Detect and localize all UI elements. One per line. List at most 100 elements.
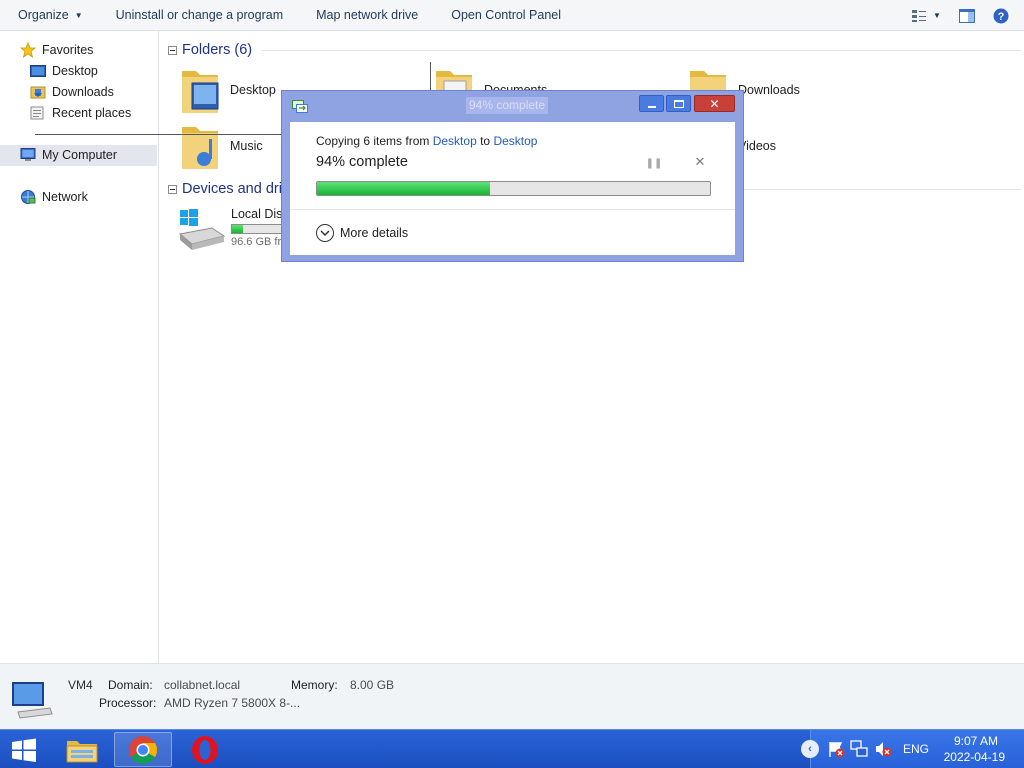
copy-status-line: Copying 6 items from Desktop to Desktop xyxy=(316,134,537,148)
copy-progress-dialog: 94% complete ✕ Copying 6 items from Desk… xyxy=(281,90,744,262)
nav-my-computer-label: My Computer xyxy=(42,148,118,162)
nav-recent-label: Recent places xyxy=(52,106,132,120)
memory-value: 8.00 GB xyxy=(350,678,395,692)
nav-recent-places[interactable]: Recent places xyxy=(30,103,131,123)
disk-usage-fill xyxy=(232,225,243,233)
chevron-down-icon xyxy=(316,224,334,242)
chevron-down-icon: ▼ xyxy=(74,10,83,20)
view-options-icon xyxy=(912,9,927,22)
taskbar-file-explorer[interactable] xyxy=(58,732,106,767)
folder-desktop-label: Desktop xyxy=(230,83,276,97)
collapse-icon[interactable] xyxy=(168,184,177,194)
navigation-pane: Favorites Desktop Downloads Recent place… xyxy=(0,31,159,663)
desktop-folder-icon xyxy=(182,71,219,113)
nav-downloads[interactable]: Downloads xyxy=(30,82,114,102)
drive-tile-local-disk[interactable]: Local Disk 96.6 GB fr xyxy=(178,206,289,252)
folder-tile-music[interactable]: Music xyxy=(178,121,263,171)
destination-link[interactable]: Desktop xyxy=(493,134,537,148)
computer-icon xyxy=(20,147,36,163)
nav-downloads-label: Downloads xyxy=(52,85,114,99)
copy-icon xyxy=(292,100,308,113)
computer-name: VM4 xyxy=(68,678,93,692)
computer-icon xyxy=(12,682,53,719)
folder-tile-desktop[interactable]: Desktop xyxy=(178,65,276,115)
processor-value: AMD Ryzen 7 5800X 8-... xyxy=(164,696,301,710)
nav-network[interactable]: Network xyxy=(20,187,88,207)
pause-icon: ❚❚ xyxy=(645,157,663,169)
preview-pane-icon xyxy=(959,8,975,23)
organize-label: Organize xyxy=(18,8,69,22)
pause-button[interactable]: ❚❚ xyxy=(645,156,663,170)
folders-header-label: Folders (6) xyxy=(182,42,253,58)
maximize-icon xyxy=(673,99,684,108)
preview-pane-button[interactable] xyxy=(954,5,980,27)
devices-group-header[interactable]: Devices and dri xyxy=(168,179,282,199)
memory-label: Memory: xyxy=(291,678,338,692)
minimize-button[interactable] xyxy=(639,95,664,112)
dialog-title: 94% complete xyxy=(466,97,549,114)
cancel-copy-button[interactable]: ✕ xyxy=(693,154,707,169)
nav-favorites-label: Favorites xyxy=(42,43,94,57)
organize-button[interactable]: Organize ▼ xyxy=(0,0,98,31)
desktop-icon xyxy=(30,63,46,79)
help-button[interactable]: ? xyxy=(988,5,1014,27)
taskbar: ‹ ENG 9:07 AM 2022-04-19 xyxy=(0,729,1024,768)
recent-places-icon xyxy=(30,105,46,121)
folder-music-label: Music xyxy=(230,139,263,153)
taskbar-opera[interactable] xyxy=(182,732,228,767)
group-divider xyxy=(744,189,1021,190)
command-bar: Organize ▼ Uninstall or change a program… xyxy=(0,0,1024,31)
language-indicator[interactable]: ENG xyxy=(903,742,929,756)
folders-group-header[interactable]: Folders (6) xyxy=(168,40,252,60)
help-icon: ? xyxy=(993,8,1009,23)
maximize-button[interactable] xyxy=(666,95,691,112)
more-details-label: More details xyxy=(340,226,409,240)
copy-progress-bar xyxy=(316,181,711,196)
uninstall-program-button[interactable]: Uninstall or change a program xyxy=(98,0,298,31)
details-pane: VM4 Domain: collabnet.local Memory: 8.00… xyxy=(0,663,1024,723)
uninstall-label: Uninstall or change a program xyxy=(115,8,284,22)
copy-prefix: Copying 6 items from xyxy=(316,134,433,148)
dialog-titlebar[interactable]: 94% complete ✕ xyxy=(282,91,743,121)
close-icon: ✕ xyxy=(709,96,720,111)
group-divider xyxy=(261,50,1021,51)
hard-drive-icon xyxy=(178,209,226,250)
collapse-icon[interactable] xyxy=(168,45,177,55)
minimize-icon xyxy=(647,105,656,108)
to-word: to xyxy=(476,134,494,148)
source-link[interactable]: Desktop xyxy=(433,134,477,148)
copy-progress-fill xyxy=(317,182,490,195)
more-details-button[interactable]: More details xyxy=(316,223,408,243)
percent-complete: 94% complete xyxy=(316,154,408,170)
nav-desktop[interactable]: Desktop xyxy=(30,61,98,81)
nav-desktop-label: Desktop xyxy=(52,64,98,78)
show-hidden-icons-button[interactable]: ‹ xyxy=(801,740,819,758)
domain-value: collabnet.local xyxy=(164,678,241,692)
map-network-drive-button[interactable]: Map network drive xyxy=(298,0,433,31)
system-tray: ‹ ENG 9:07 AM 2022-04-19 xyxy=(801,730,1024,768)
taskbar-chrome[interactable] xyxy=(114,732,172,767)
nav-my-computer[interactable]: My Computer xyxy=(20,145,117,165)
close-button[interactable]: ✕ xyxy=(694,95,735,112)
control-panel-label: Open Control Panel xyxy=(451,8,562,22)
start-button[interactable] xyxy=(6,732,42,767)
downloads-folder-icon xyxy=(30,84,46,100)
change-view-button[interactable]: ▼ xyxy=(906,5,946,27)
clock-time[interactable]: 9:07 AM xyxy=(954,734,998,748)
domain-label: Domain: xyxy=(108,678,153,692)
chevron-down-icon: ▼ xyxy=(933,11,941,20)
nav-favorites[interactable]: Favorites xyxy=(20,40,93,60)
disk-usage-bar xyxy=(231,224,283,234)
opera-icon xyxy=(192,735,218,764)
devices-header-label: Devices and dri xyxy=(182,181,282,197)
chrome-icon xyxy=(129,735,157,764)
volume-muted-icon[interactable] xyxy=(874,740,892,758)
dialog-body: Copying 6 items from Desktop to Desktop … xyxy=(290,122,735,255)
action-center-flag-icon[interactable] xyxy=(827,740,845,758)
clock-date[interactable]: 2022-04-19 xyxy=(944,750,1005,764)
dialog-divider xyxy=(290,209,735,210)
music-folder-icon xyxy=(182,127,218,169)
network-tray-icon[interactable] xyxy=(850,740,868,758)
file-explorer-icon xyxy=(66,740,98,762)
open-control-panel-button[interactable]: Open Control Panel xyxy=(433,0,576,31)
